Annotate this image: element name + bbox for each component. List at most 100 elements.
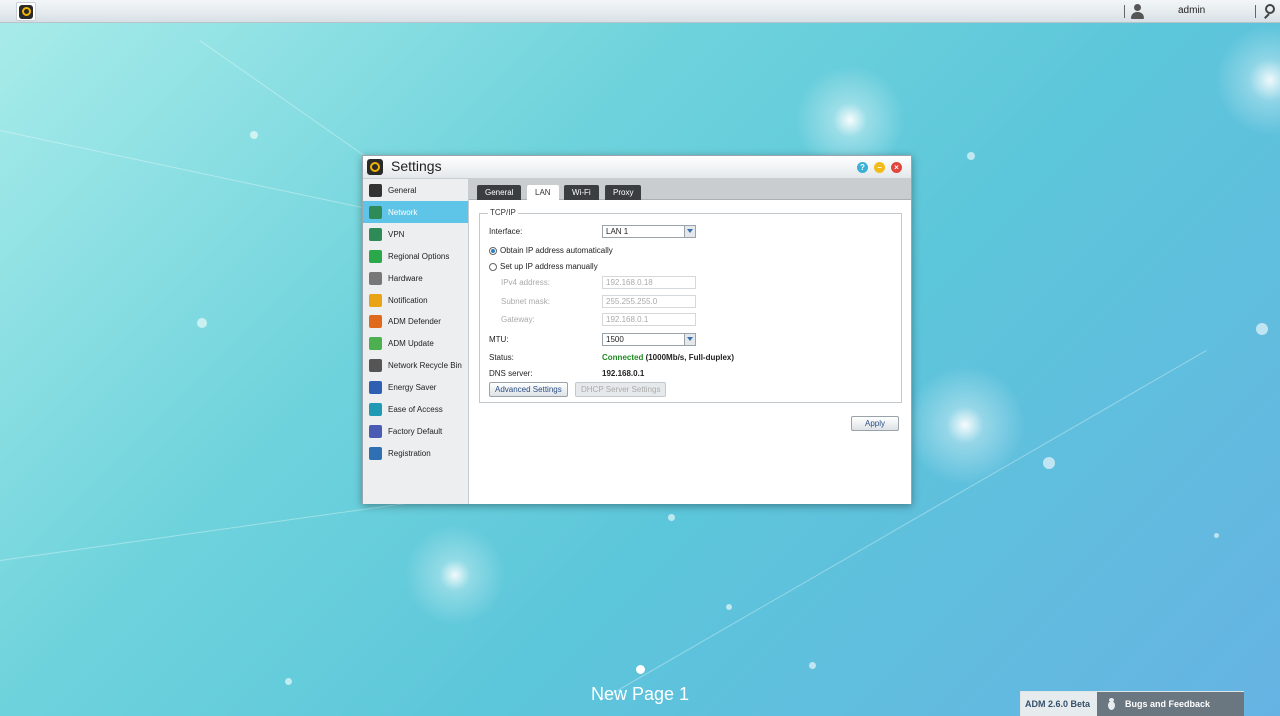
globe-icon [369, 249, 382, 263]
sidebar-item-factory-default[interactable]: Factory Default [363, 420, 468, 442]
undo-icon [369, 424, 382, 438]
tab-general[interactable]: General [477, 185, 522, 200]
registration-icon [369, 446, 382, 460]
notification-icon [369, 293, 382, 307]
top-taskbar: admin [0, 0, 1280, 23]
sidebar-item-label: Hardware [388, 273, 423, 283]
background-glow [900, 360, 1030, 490]
network-icon [369, 205, 382, 219]
sidebar-item-label: Ease of Access [388, 404, 443, 414]
adm-logo-icon [19, 4, 33, 19]
background-dot [967, 152, 975, 160]
background-dot [809, 662, 816, 669]
apply-button[interactable]: Apply [851, 416, 899, 431]
sidebar-item-label: Network Recycle Bin [388, 360, 462, 370]
user-icon[interactable] [1130, 4, 1144, 19]
sidebar-item-notification[interactable]: Notification [363, 289, 468, 311]
hardware-icon [369, 271, 382, 285]
tab-lan[interactable]: LAN [527, 185, 559, 201]
background-dot [1043, 457, 1055, 469]
background-dot [1214, 533, 1219, 538]
manual-ip-label[interactable]: Set up IP address manually [500, 262, 598, 271]
sidebar-item-adm-update[interactable]: ADM Update [363, 332, 468, 354]
tab-strip: General LAN Wi-Fi Proxy [469, 179, 911, 201]
advanced-settings-button[interactable]: Advanced Settings [489, 382, 568, 397]
page-indicator-dot[interactable] [636, 665, 645, 674]
mtu-select[interactable]: 1500 [602, 333, 696, 346]
update-arrow-icon [369, 336, 382, 350]
sidebar-item-label: ADM Defender [388, 316, 441, 326]
subnet-field[interactable]: 255.255.255.0 [602, 295, 696, 308]
sidebar-item-network-recycle-bin[interactable]: Network Recycle Bin [363, 354, 468, 376]
background-dot [250, 131, 258, 139]
username-label[interactable]: admin [1178, 5, 1205, 16]
tab-proxy[interactable]: Proxy [605, 185, 642, 200]
dhcp-server-settings-button[interactable]: DHCP Server Settings [575, 382, 667, 397]
subnet-label: Subnet mask: [501, 297, 550, 306]
background-glow [1210, 20, 1280, 140]
version-label: ADM 2.6.0 Beta [1021, 692, 1097, 716]
tcpip-legend: TCP/IP [488, 208, 518, 217]
sidebar-item-label: VPN [388, 229, 405, 239]
divider [1255, 5, 1256, 18]
sidebar-item-label: Factory Default [388, 426, 443, 436]
status-label: Status: [489, 353, 514, 362]
sidebar-item-network[interactable]: Network [363, 201, 468, 223]
vpn-icon [369, 227, 382, 241]
sidebar-item-label: Notification [388, 295, 428, 305]
cloud-icon [369, 402, 382, 416]
adm-home-button[interactable] [16, 2, 36, 21]
obtain-auto-label[interactable]: Obtain IP address automatically [500, 246, 613, 255]
settings-sidebar: General Network VPN Regional Options Hardwar… [363, 179, 469, 504]
version-bar: ADM 2.6.0 Beta Bugs and Feedback [1020, 691, 1244, 716]
sidebar-item-hardware[interactable]: Hardware [363, 267, 468, 289]
chevron-down-icon [684, 226, 695, 237]
sidebar-item-adm-defender[interactable]: ADM Defender [363, 310, 468, 332]
help-button[interactable]: ? [857, 162, 868, 173]
recycle-bin-icon [369, 358, 382, 372]
sidebar-item-vpn[interactable]: VPN [363, 223, 468, 245]
energy-icon [369, 380, 382, 394]
bugs-feedback-button[interactable]: Bugs and Feedback [1097, 692, 1244, 716]
sidebar-item-label: Regional Options [388, 251, 450, 261]
status-connected: Connected [602, 353, 644, 362]
obtain-auto-radio[interactable] [489, 247, 497, 255]
ipv4-field[interactable]: 192.168.0.18 [602, 276, 696, 289]
sidebar-item-ease-of-access[interactable]: Ease of Access [363, 398, 468, 420]
gateway-field[interactable]: 192.168.0.1 [602, 313, 696, 326]
search-icon[interactable] [1262, 4, 1276, 19]
gateway-label: Gateway: [501, 315, 535, 324]
chevron-down-icon [684, 334, 695, 345]
status-detail: (1000Mb/s, Full-duplex) [643, 353, 735, 362]
sidebar-item-label: Energy Saver [388, 382, 437, 392]
settings-content: General LAN Wi-Fi Proxy TCP/IP Interface… [469, 179, 911, 504]
interface-select[interactable]: LAN 1 [602, 225, 696, 238]
background-dot [1256, 323, 1268, 335]
close-button[interactable]: × [891, 162, 902, 173]
manual-ip-radio[interactable] [489, 263, 497, 271]
tab-wifi[interactable]: Wi-Fi [564, 185, 599, 200]
minimize-button[interactable]: – [874, 162, 885, 173]
divider [1124, 5, 1125, 18]
sidebar-item-general[interactable]: General [363, 179, 468, 201]
sidebar-item-regional-options[interactable]: Regional Options [363, 245, 468, 267]
sidebar-item-energy-saver[interactable]: Energy Saver [363, 376, 468, 398]
bug-icon [1105, 698, 1117, 711]
sidebar-item-label: General [388, 185, 417, 195]
status-value: Connected (1000Mb/s, Full-duplex) [602, 353, 734, 362]
background-dot [197, 318, 207, 328]
sidebar-item-registration[interactable]: Registration [363, 442, 468, 464]
mtu-label: MTU: [489, 335, 509, 344]
tcpip-group: TCP/IP Interface: LAN 1 Obtain IP addres… [479, 208, 902, 403]
window-titlebar[interactable]: Settings ? – × [363, 156, 911, 179]
settings-window: Settings ? – × General Network VPN Regional… [362, 155, 912, 504]
firewall-icon [369, 314, 382, 328]
dns-value: 192.168.0.1 [602, 369, 645, 378]
sidebar-item-label: Network [388, 207, 418, 217]
mtu-select-value: 1500 [606, 335, 624, 344]
background-dot [726, 604, 732, 610]
interface-select-value: LAN 1 [606, 227, 629, 236]
general-icon [369, 183, 382, 197]
background-dot [285, 678, 292, 685]
dns-label: DNS server: [489, 369, 533, 378]
